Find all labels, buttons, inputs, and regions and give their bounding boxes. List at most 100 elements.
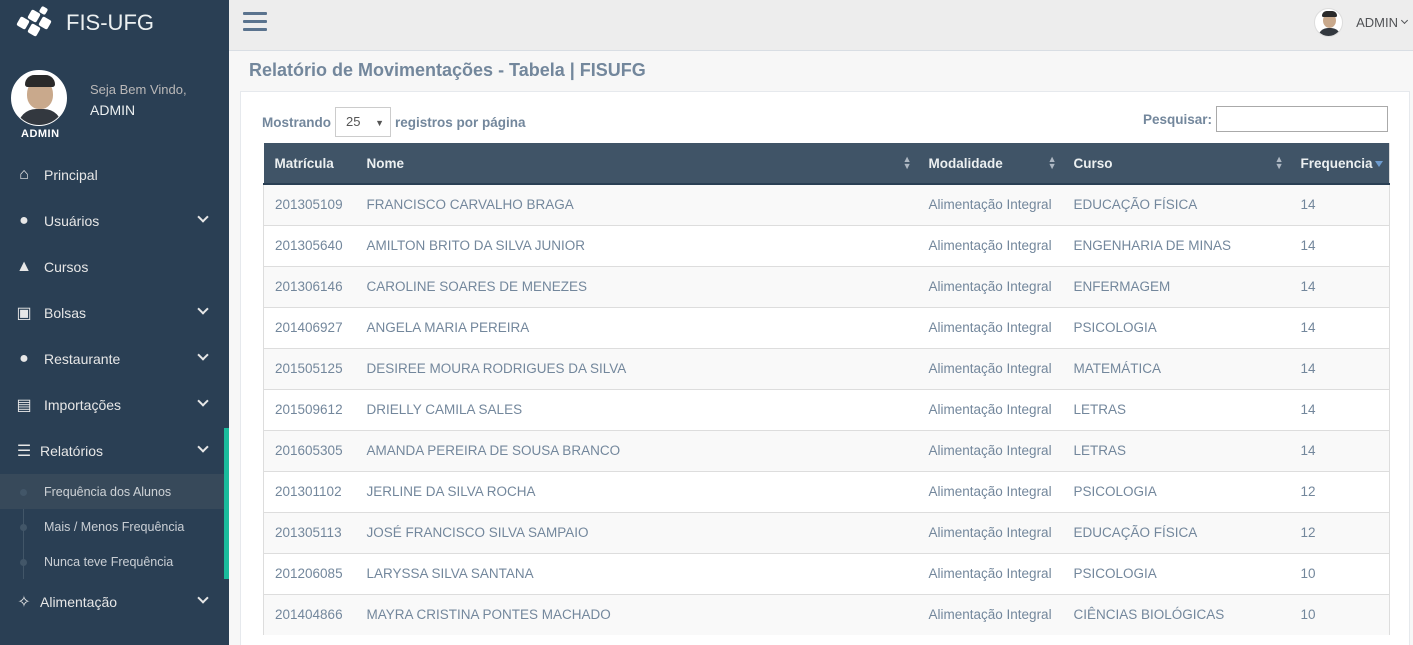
sidebar-item-principal[interactable]: ⌂ Principal <box>0 152 229 198</box>
cell-curso: ENGENHARIA DE MINAS <box>1062 224 1290 266</box>
chevron-down-icon <box>197 441 209 453</box>
sidebar-item-label: Bolsas <box>44 305 87 321</box>
cell-modalidade: Alimentação Integral <box>917 429 1063 471</box>
sort-icon: ▲ ▼ <box>1274 154 1284 171</box>
sidebar-item-relatorios[interactable]: ☰ Relatórios <box>0 428 229 474</box>
avatar <box>11 70 67 126</box>
showing-label: Mostrando <box>262 114 331 130</box>
sidebar-item-usuarios[interactable]: ● Usuários <box>0 198 229 244</box>
cell-modalidade: Alimentação Integral <box>917 265 1063 307</box>
sidebar-menu-bottom: ✧ Alimentação <box>0 579 229 625</box>
sidebar-item-bolsas[interactable]: ▣ Bolsas <box>0 290 229 336</box>
search-input[interactable] <box>1216 106 1388 132</box>
user-icon: ● <box>19 212 29 229</box>
list-icon: ☰ <box>16 443 32 460</box>
cell-matricula: 201406927 <box>263 306 356 348</box>
cell-modalidade: Alimentação Integral <box>917 347 1063 389</box>
page-size-value: 25 <box>346 114 361 129</box>
cell-nome: JERLINE DA SILVA ROCHA <box>355 470 918 512</box>
sidebar-item-label: Importações <box>44 397 122 413</box>
cell-frequencia: 10 <box>1289 552 1390 594</box>
cell-modalidade: Alimentação Integral <box>917 224 1063 266</box>
submenu-item-nunca-frequencia[interactable]: Nunca teve Frequência <box>0 544 224 579</box>
page-length-control: Mostrando 25 ▼ registros por página <box>262 107 526 137</box>
table-row[interactable]: 201505125 DESIREE MOURA RODRIGUES DA SILV… <box>263 347 1390 389</box>
cell-frequencia: 14 <box>1289 429 1390 471</box>
cell-modalidade: Alimentação Integral <box>917 552 1063 594</box>
sidebar-item-label: Cursos <box>44 259 89 275</box>
sort-desc-icon <box>1375 161 1383 167</box>
table-row[interactable]: 201509612 DRIELLY CAMILA SALES Alimentação… <box>263 388 1390 430</box>
cell-curso: PSICOLOGIA <box>1062 306 1290 348</box>
welcome-text: Seja Bem Vindo, <box>90 82 187 97</box>
graduation-cap-icon: ▲ <box>16 258 32 275</box>
cell-modalidade: Alimentação Integral <box>917 388 1063 430</box>
table-row[interactable]: 201305640 AMILTON BRITO DA SILVA JUNIOR Al… <box>263 224 1390 266</box>
table-row[interactable]: 201305109 FRANCISCO CARVALHO BRAGA Aliment… <box>263 183 1390 225</box>
sidebar-item-cursos[interactable]: ▲ Cursos <box>0 244 229 290</box>
user-icon: ● <box>19 350 29 367</box>
bullet-icon <box>20 489 27 496</box>
cell-nome: DESIREE MOURA RODRIGUES DA SILVA <box>355 347 918 389</box>
column-header-matricula[interactable]: Matrícula <box>263 143 356 185</box>
cell-curso: ENFERMAGEM <box>1062 265 1290 307</box>
cell-nome: LARYSSA SILVA SANTANA <box>355 552 918 594</box>
table-row[interactable]: 201301102 JERLINE DA SILVA ROCHA Alimentaç… <box>263 470 1390 512</box>
sidebar-item-label: Restaurante <box>44 351 121 367</box>
column-header-frequencia[interactable]: Frequencia <box>1289 143 1390 185</box>
logo-icon <box>16 5 52 39</box>
cell-curso: LETRAS <box>1062 429 1290 471</box>
menu-toggle-icon[interactable] <box>243 12 267 32</box>
cell-curso: PSICOLOGIA <box>1062 552 1290 594</box>
table-row[interactable]: 201404866 MAYRA CRISTINA PONTES MACHADO Al… <box>263 593 1390 635</box>
cell-matricula: 201206085 <box>263 552 356 594</box>
sidebar-item-label: Relatórios <box>40 443 104 459</box>
top-navbar: ADMIN <box>229 0 1413 51</box>
submenu-item-frequencia-alunos[interactable]: Frequência dos Alunos <box>0 474 224 509</box>
submenu-item-label: Nunca teve Frequência <box>44 554 174 569</box>
sidebar-item-importacoes[interactable]: ▤ Importações <box>0 382 229 428</box>
cell-nome: MAYRA CRISTINA PONTES MACHADO <box>355 593 918 635</box>
sidebar: FIS-UFG Seja Bem Vindo, ADMIN ADMIN ⌂ Pr… <box>0 0 229 645</box>
brand[interactable]: FIS-UFG <box>0 0 229 46</box>
cell-frequencia: 12 <box>1289 511 1390 553</box>
cell-frequencia: 14 <box>1289 388 1390 430</box>
column-header-nome[interactable]: Nome ▲ ▼ <box>355 143 918 185</box>
column-header-modalidade[interactable]: Modalidade ▲ ▼ <box>917 143 1063 185</box>
cell-nome: AMANDA PEREIRA DE SOUSA BRANCO <box>355 429 918 471</box>
cell-modalidade: Alimentação Integral <box>917 470 1063 512</box>
user-menu[interactable]: ADMIN <box>1314 8 1409 37</box>
sidebar-item-alimentacao[interactable]: ✧ Alimentação <box>0 579 229 625</box>
page-size-select[interactable]: 25 ▼ <box>335 107 391 137</box>
chevron-down-icon <box>197 303 209 315</box>
bullet-icon <box>20 559 27 566</box>
cell-frequencia: 14 <box>1289 183 1390 225</box>
cell-matricula: 201301102 <box>263 470 356 512</box>
sidebar-item-restaurante[interactable]: ● Restaurante <box>0 336 229 382</box>
table-row[interactable]: 201306146 CAROLINE SOARES DE MENEZES Alime… <box>263 265 1390 307</box>
cell-matricula: 201306146 <box>263 265 356 307</box>
report-panel: Mostrando 25 ▼ registros por página Pesq… <box>240 91 1410 645</box>
cell-modalidade: Alimentação Integral <box>917 511 1063 553</box>
cell-curso: EDUCAÇÃO FÍSICA <box>1062 511 1290 553</box>
sidebar-item-label: Principal <box>44 167 98 183</box>
cell-modalidade: Alimentação Integral <box>917 593 1063 635</box>
table-row[interactable]: 201605305 AMANDA PEREIRA DE SOUSA BRANCO A… <box>263 429 1390 471</box>
cell-matricula: 201404866 <box>263 593 356 635</box>
cell-matricula: 201509612 <box>263 388 356 430</box>
table-row[interactable]: 201305113 JOSÉ FRANCISCO SILVA SAMPAIO Ali… <box>263 511 1390 553</box>
sidebar-menu: ⌂ Principal ● Usuários ▲ Cursos ▣ Bolsas… <box>0 152 229 474</box>
table-body: 201305109 FRANCISCO CARVALHO BRAGA Aliment… <box>263 183 1390 635</box>
sort-icon: ▲ ▼ <box>902 154 912 171</box>
table-row[interactable]: 201206085 LARYSSA SILVA SANTANA Alimentaçã… <box>263 552 1390 594</box>
table-row[interactable]: 201406927 ANGELA MARIA PEREIRA Alimentação… <box>263 306 1390 348</box>
cell-curso: CIÊNCIAS BIOLÓGICAS <box>1062 593 1290 635</box>
chevron-down-icon <box>197 395 209 407</box>
submenu-item-label: Mais / Menos Frequência <box>44 519 185 534</box>
cell-curso: PSICOLOGIA <box>1062 470 1290 512</box>
cell-frequencia: 14 <box>1289 306 1390 348</box>
column-header-curso[interactable]: Curso ▲ ▼ <box>1062 143 1290 185</box>
submenu-item-mais-menos-frequencia[interactable]: Mais / Menos Frequência <box>0 509 224 544</box>
sidebar-item-label: Usuários <box>44 213 100 229</box>
cell-frequencia: 14 <box>1289 265 1390 307</box>
